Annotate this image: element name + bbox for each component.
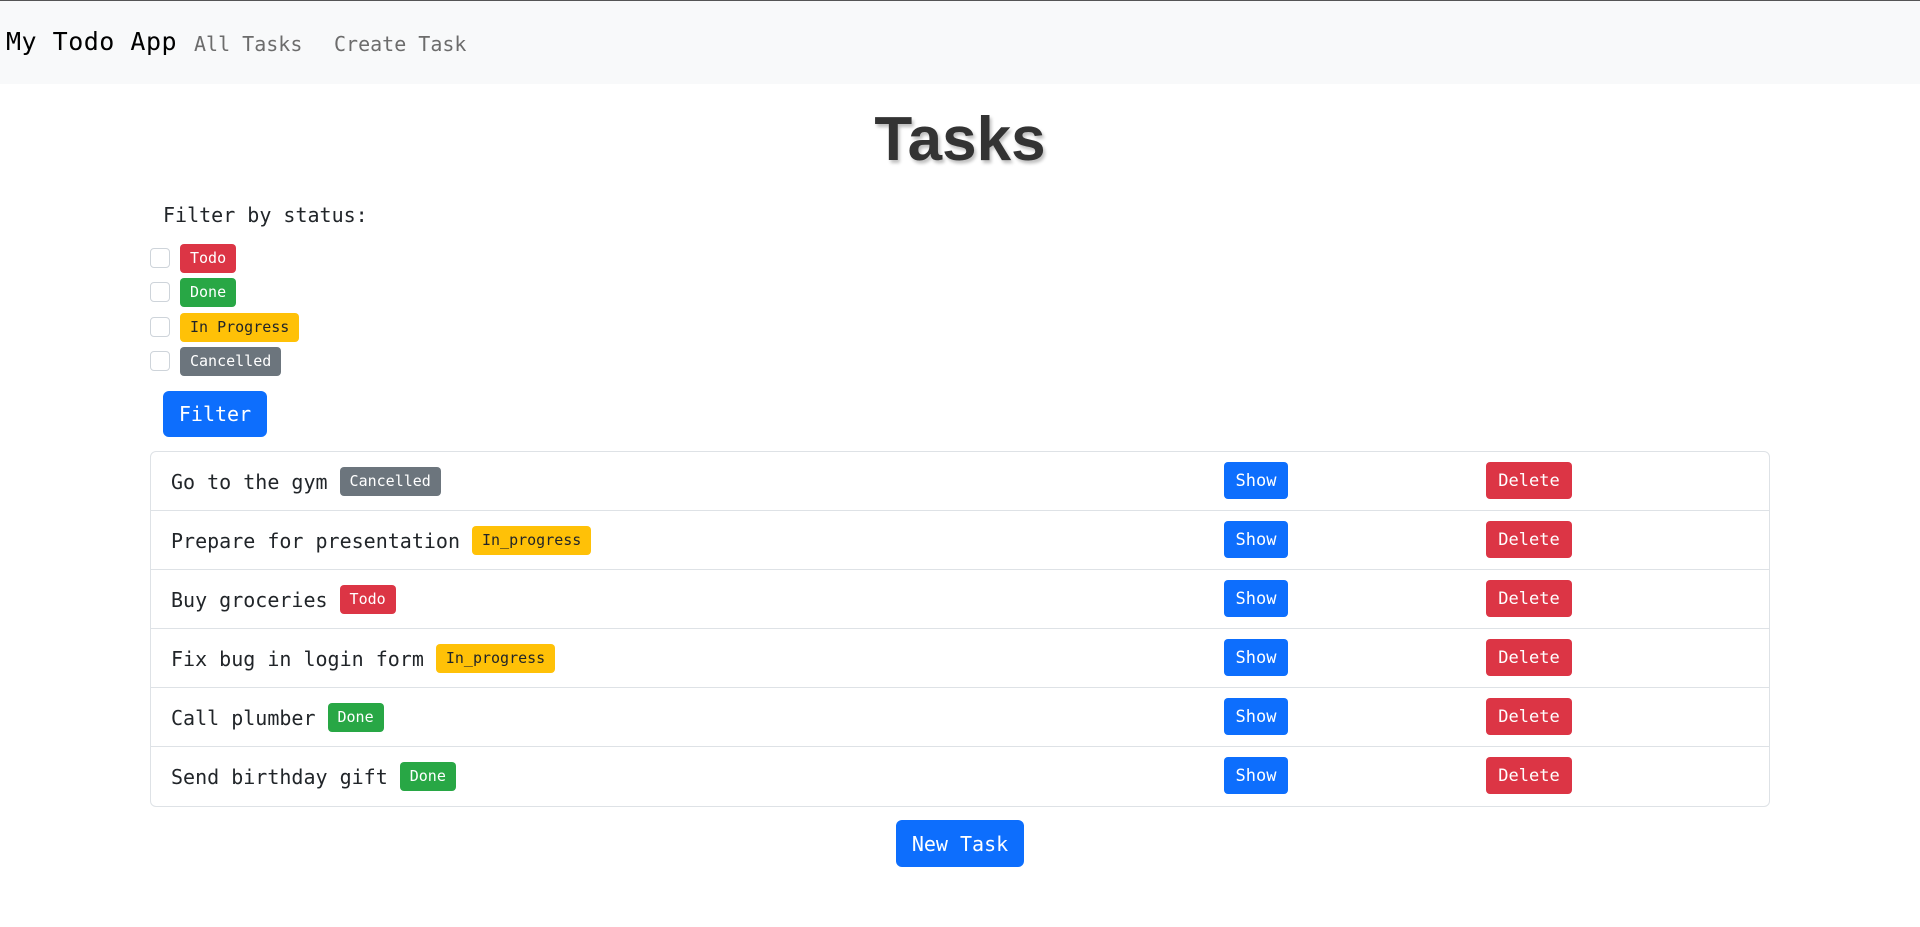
task-title-text: Send birthday gift (171, 764, 388, 789)
delete-button[interactable]: Delete (1486, 639, 1572, 676)
task-title: Fix bug in login form In_progress (171, 629, 556, 688)
show-button[interactable]: Show (1224, 757, 1288, 794)
show-button[interactable]: Show (1224, 698, 1288, 735)
delete-button[interactable]: Delete (1486, 521, 1572, 558)
navbar: My Todo App All Tasks Create Task (0, 1, 1920, 84)
task-title-text: Buy groceries (171, 587, 328, 612)
status-badge: In_progress (435, 644, 556, 673)
filter-option-in-progress: In Progress (150, 312, 300, 342)
filter-option-done: Done (150, 277, 237, 307)
show-button[interactable]: Show (1224, 462, 1288, 499)
new-task-button[interactable]: New Task (896, 820, 1024, 867)
task-list: Go to the gym Cancelled Show Delete Prep… (150, 451, 1770, 807)
task-title-text: Fix bug in login form (171, 646, 424, 671)
status-badge: Cancelled (180, 346, 282, 376)
task-row: Send birthday gift Done Show Delete (151, 747, 1769, 806)
status-badge: In Progress (180, 312, 300, 342)
task-row: Buy groceries Todo Show Delete (151, 570, 1769, 629)
filter-checkbox-cancelled[interactable] (150, 351, 170, 371)
nav-link-all-tasks[interactable]: All Tasks (194, 32, 302, 56)
filter-option-cancelled: Cancelled (150, 346, 282, 376)
task-row: Go to the gym Cancelled Show Delete (151, 452, 1769, 511)
task-title-text: Go to the gym (171, 469, 328, 494)
filter-checkbox-in-progress[interactable] (150, 317, 170, 337)
filter-button[interactable]: Filter (163, 391, 267, 437)
delete-button[interactable]: Delete (1486, 462, 1572, 499)
task-row: Fix bug in login form In_progress Show D… (151, 629, 1769, 688)
task-title: Prepare for presentation In_progress (171, 511, 592, 570)
task-title-text: Prepare for presentation (171, 528, 460, 553)
filter-checkbox-todo[interactable] (150, 248, 170, 268)
status-badge: Done (180, 277, 237, 307)
navbar-brand[interactable]: My Todo App (6, 27, 177, 56)
filter-label: Filter by status: (163, 203, 368, 227)
show-button[interactable]: Show (1224, 521, 1288, 558)
status-badge: Cancelled (339, 467, 441, 496)
filter-option-todo: Todo (150, 243, 237, 273)
show-button[interactable]: Show (1224, 639, 1288, 676)
filter-checkbox-done[interactable] (150, 282, 170, 302)
task-title: Buy groceries Todo (171, 570, 396, 629)
task-row: Prepare for presentation In_progress Sho… (151, 511, 1769, 570)
nav-link-create-task[interactable]: Create Task (334, 32, 466, 56)
task-title-text: Call plumber (171, 705, 316, 730)
task-title: Call plumber Done (171, 688, 384, 747)
status-badge: Done (399, 762, 456, 791)
status-badge: In_progress (471, 526, 592, 555)
delete-button[interactable]: Delete (1486, 698, 1572, 735)
status-badge: Todo (180, 243, 237, 273)
delete-button[interactable]: Delete (1486, 580, 1572, 617)
delete-button[interactable]: Delete (1486, 757, 1572, 794)
task-title: Go to the gym Cancelled (171, 452, 441, 511)
page-title: Tasks (874, 105, 1046, 174)
show-button[interactable]: Show (1224, 580, 1288, 617)
status-badge: Todo (339, 585, 396, 614)
task-title: Send birthday gift Done (171, 747, 456, 806)
status-badge: Done (327, 703, 384, 732)
task-row: Call plumber Done Show Delete (151, 688, 1769, 747)
